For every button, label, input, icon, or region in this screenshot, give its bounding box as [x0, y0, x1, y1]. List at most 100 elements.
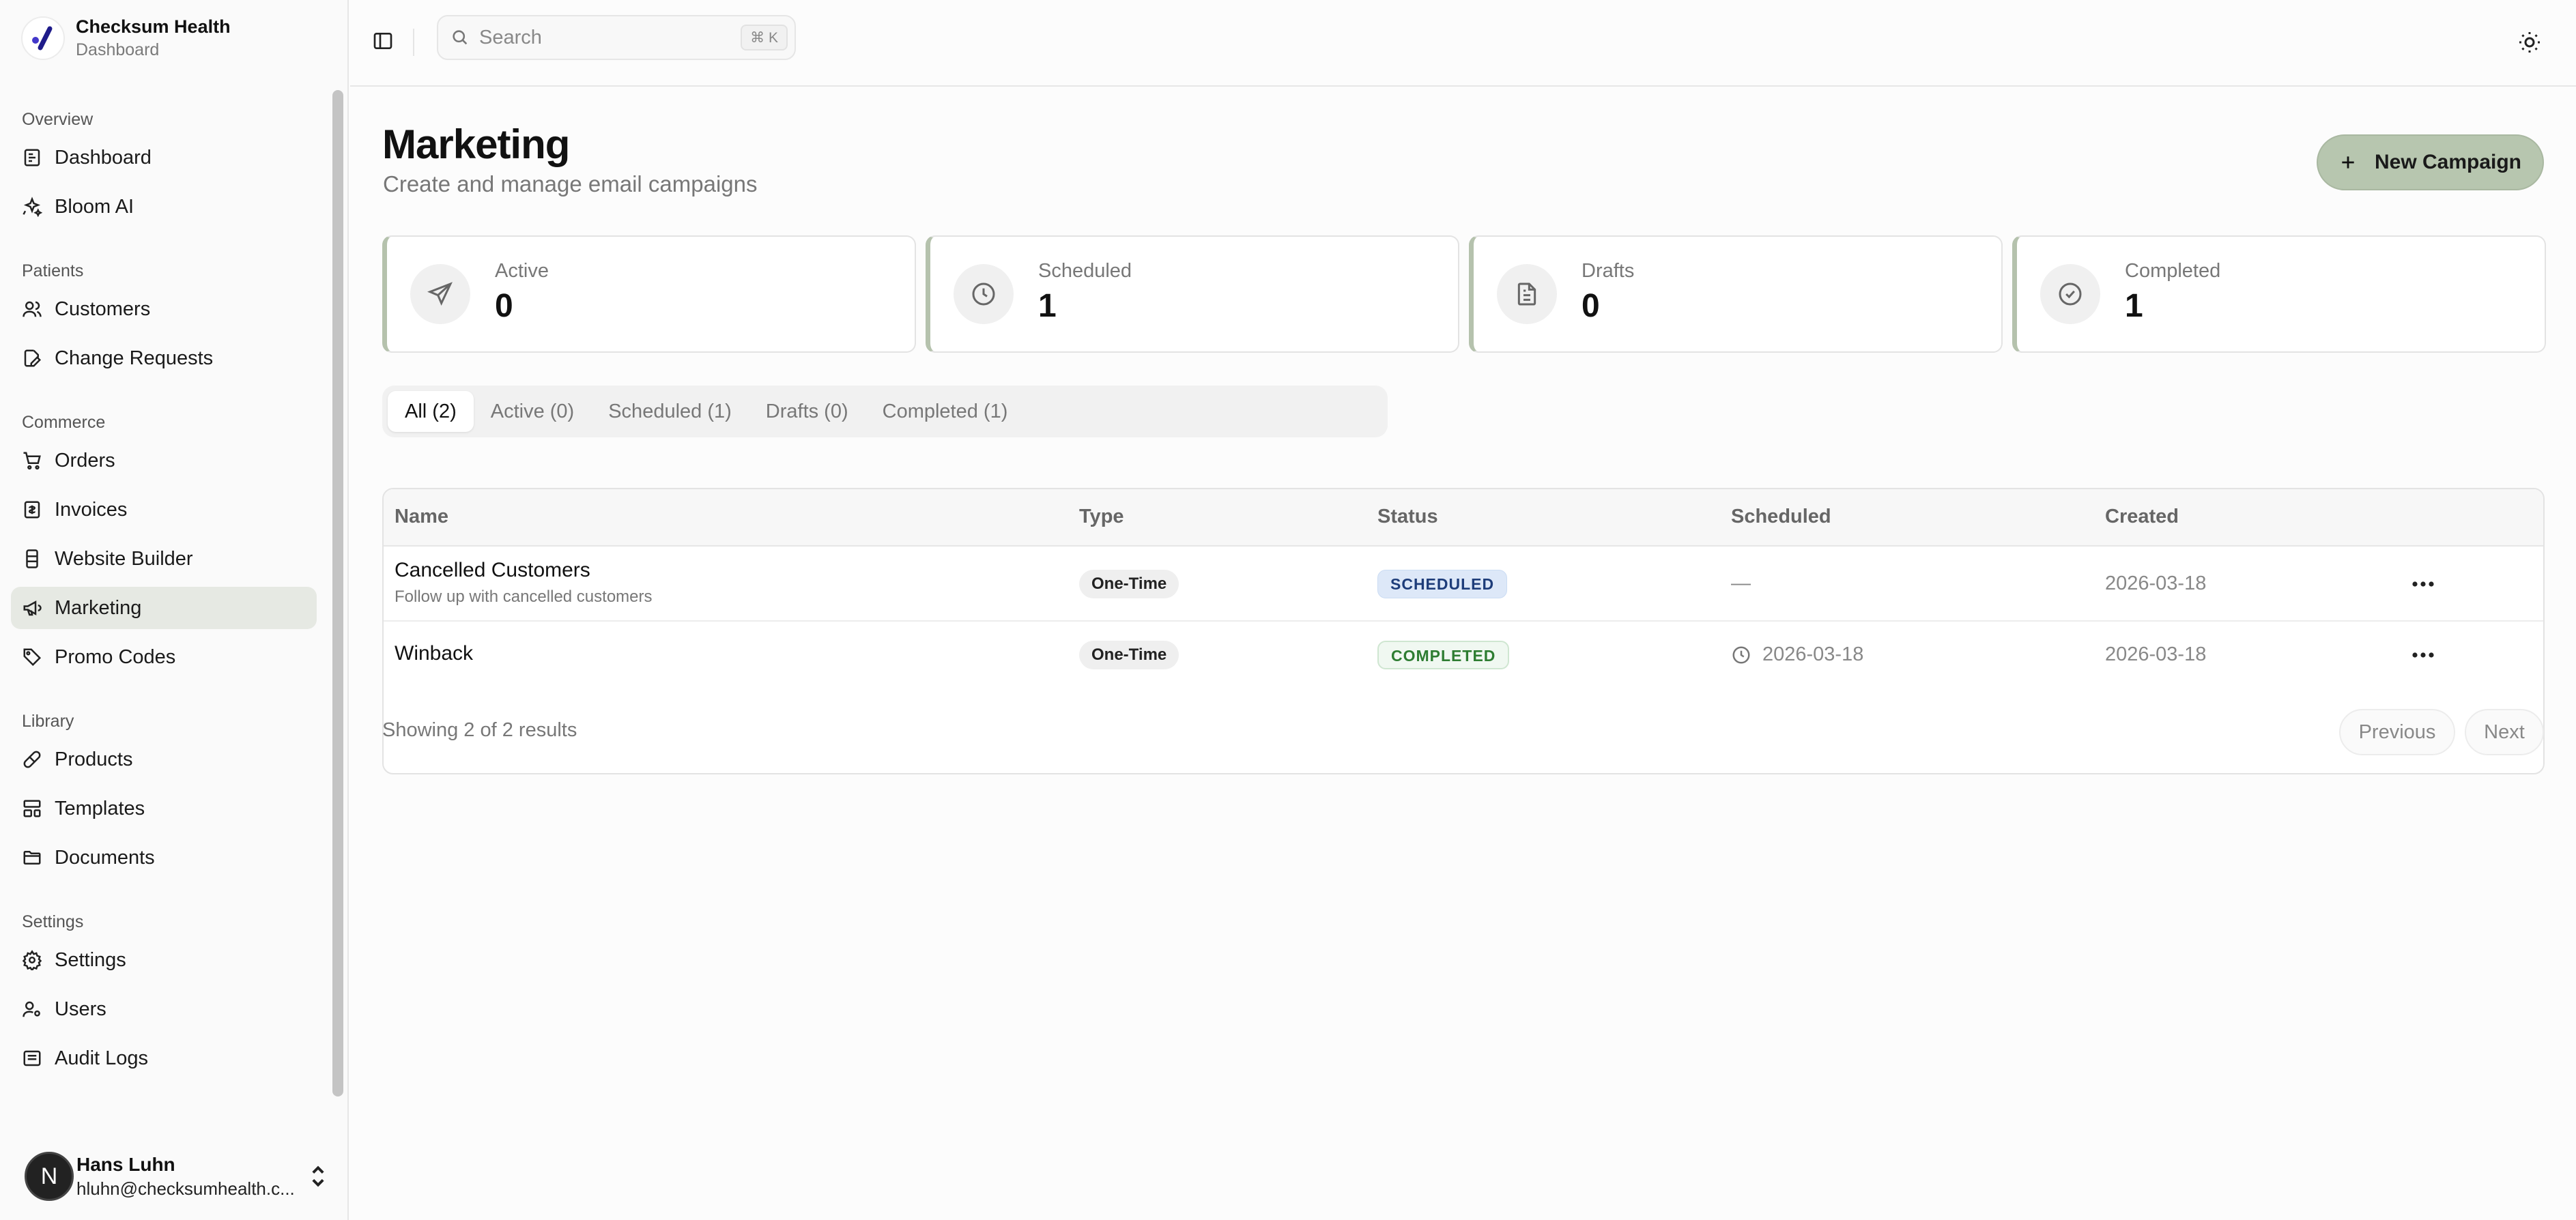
search-icon [453, 30, 468, 45]
nav-group-overview: Overview Dashboard Bloom AI [11, 102, 317, 228]
type-badge: One-Time [1079, 570, 1179, 598]
sidebar: Checksum Health Dashboard Overview Dashb… [0, 0, 349, 1220]
page-subtitle: Create and manage email campaigns [383, 171, 758, 197]
brand-logo [21, 16, 65, 60]
stat-card-scheduled: Scheduled 1 [926, 235, 1459, 353]
builder-icon [26, 549, 38, 568]
sidebar-item-label: Change Requests [55, 347, 214, 369]
column-header-created[interactable]: Created [2105, 506, 2179, 528]
sidebar-item-settings[interactable]: Settings [11, 939, 317, 981]
column-header-status[interactable]: Status [1377, 506, 1438, 528]
sidebar-item-label: Settings [55, 948, 126, 971]
sidebar-item-marketing[interactable]: Marketing [11, 587, 317, 629]
sidebar-item-label: Audit Logs [55, 1047, 149, 1069]
sidebar-item-orders[interactable]: Orders [11, 439, 317, 482]
tab-completed[interactable]: Completed (1) [865, 391, 1025, 432]
type-badge: One-Time [1079, 641, 1179, 669]
sidebar-item-label: Bloom AI [55, 195, 134, 218]
sidebar-toggle-icon[interactable] [372, 30, 394, 52]
brand-subtitle: Dashboard [76, 40, 160, 59]
sidebar-item-label: Customers [55, 297, 151, 320]
brand[interactable]: Checksum Health Dashboard [21, 16, 231, 60]
tab-scheduled[interactable]: Scheduled (1) [591, 391, 749, 432]
nav-group-library: Library Products Templates Documents [11, 704, 317, 879]
nav-group-settings: Settings Settings Users Audit Logs [11, 905, 317, 1079]
campaign-name[interactable]: Winback [395, 642, 473, 665]
sidebar-item-label: Documents [55, 846, 155, 869]
nav-group-title: Overview [22, 110, 94, 129]
file-edit-icon [24, 349, 42, 367]
avatar[interactable]: N [25, 1152, 74, 1201]
template-icon [23, 800, 41, 817]
previous-button[interactable]: Previous [2339, 709, 2455, 755]
sidebar-item-users[interactable]: Users [11, 988, 317, 1030]
stat-value: 0 [495, 288, 513, 324]
filter-tabs: All (2) Active (0) Scheduled (1) Drafts … [382, 386, 1388, 437]
pill-icon [23, 751, 41, 768]
sidebar-item-customers[interactable]: Customers [11, 288, 317, 330]
sidebar-item-label: Dashboard [55, 146, 152, 169]
cart-icon [23, 452, 41, 470]
tab-drafts[interactable]: Drafts (0) [749, 391, 865, 432]
sidebar-item-label: Orders [55, 449, 115, 471]
stat-value: 1 [1038, 288, 1057, 324]
sidebar-item-label: Products [55, 748, 133, 770]
results-summary: Showing 2 of 2 results [382, 719, 577, 741]
clock-icon [972, 282, 995, 306]
more-actions-icon[interactable] [2411, 580, 2435, 588]
stat-card-active: Active 0 [382, 235, 916, 353]
nav-group-commerce: Commerce Orders Invoices Website Builder… [11, 405, 317, 678]
topbar: Search ⌘ K [350, 0, 2576, 87]
sidebar-item-dashboard[interactable]: Dashboard [11, 136, 317, 179]
sidebar-item-website-builder[interactable]: Website Builder [11, 538, 317, 580]
tab-active[interactable]: Active (0) [474, 391, 591, 432]
send-icon [427, 282, 453, 306]
column-header-type[interactable]: Type [1079, 506, 1124, 528]
user-email: hluhn@checksumhealth.c... [76, 1178, 295, 1199]
receipt-icon [24, 501, 40, 519]
search-input[interactable]: Search ⌘ K [437, 15, 796, 60]
created-value: 2026-03-18 [2105, 572, 2207, 594]
brand-name: Checksum Health [76, 16, 231, 37]
more-actions-icon[interactable] [2411, 651, 2435, 659]
megaphone-icon [23, 600, 42, 616]
sidebar-item-invoices[interactable]: Invoices [11, 489, 317, 531]
campaign-name[interactable]: Cancelled Customers [395, 559, 653, 582]
nav-group-patients: Patients Customers Change Requests [11, 254, 317, 379]
stat-label: Scheduled [1038, 260, 1132, 282]
folder-icon [23, 851, 41, 865]
column-header-scheduled[interactable]: Scheduled [1731, 506, 1831, 528]
user-menu[interactable]: N Hans Luhn hluhn@checksumhealth.c... [0, 1133, 328, 1220]
sidebar-scrollbar-thumb[interactable] [332, 90, 343, 1096]
sidebar-item-label: Promo Codes [55, 645, 176, 668]
sidebar-item-products[interactable]: Products [11, 738, 317, 781]
sidebar-item-audit-logs[interactable]: Audit Logs [11, 1037, 317, 1079]
chevron-up-down-icon[interactable] [309, 1164, 328, 1189]
scheduled-value: — [1731, 572, 1751, 594]
stats-row: Active 0 Scheduled 1 Drafts 0 Completed … [382, 235, 2546, 353]
table-row[interactable]: Cancelled Customers Follow up with cance… [384, 547, 2543, 622]
stat-label: Completed [2125, 260, 2221, 282]
sidebar-item-templates[interactable]: Templates [11, 787, 317, 830]
nav-group-title: Settings [22, 912, 84, 931]
sidebar-item-bloom-ai[interactable]: Bloom AI [11, 186, 317, 228]
tab-all[interactable]: All (2) [388, 391, 474, 432]
sidebar-item-change-requests[interactable]: Change Requests [11, 337, 317, 379]
page-title: Marketing [382, 121, 570, 167]
sidebar-item-documents[interactable]: Documents [11, 837, 317, 879]
next-button[interactable]: Next [2465, 709, 2544, 755]
log-icon [23, 1050, 41, 1066]
stat-card-drafts: Drafts 0 [1469, 235, 2003, 353]
sidebar-item-promo-codes[interactable]: Promo Codes [11, 636, 317, 678]
sidebar-item-label: Invoices [55, 498, 128, 521]
sidebar-nav: Overview Dashboard Bloom AI Patients Cus… [11, 102, 317, 1133]
column-header-name[interactable]: Name [395, 506, 448, 528]
new-campaign-button[interactable]: New Campaign [2317, 134, 2544, 190]
topbar-divider [413, 29, 414, 56]
table-header: Name Type Status Scheduled Created [384, 489, 2543, 547]
sidebar-item-label: Templates [55, 797, 145, 819]
sun-icon[interactable] [2517, 30, 2542, 55]
stat-label: Active [495, 260, 549, 282]
table-row[interactable]: Winback One-Time COMPLETED 2026-03-18 20… [384, 622, 2543, 688]
sidebar-item-label: Marketing [55, 596, 142, 619]
